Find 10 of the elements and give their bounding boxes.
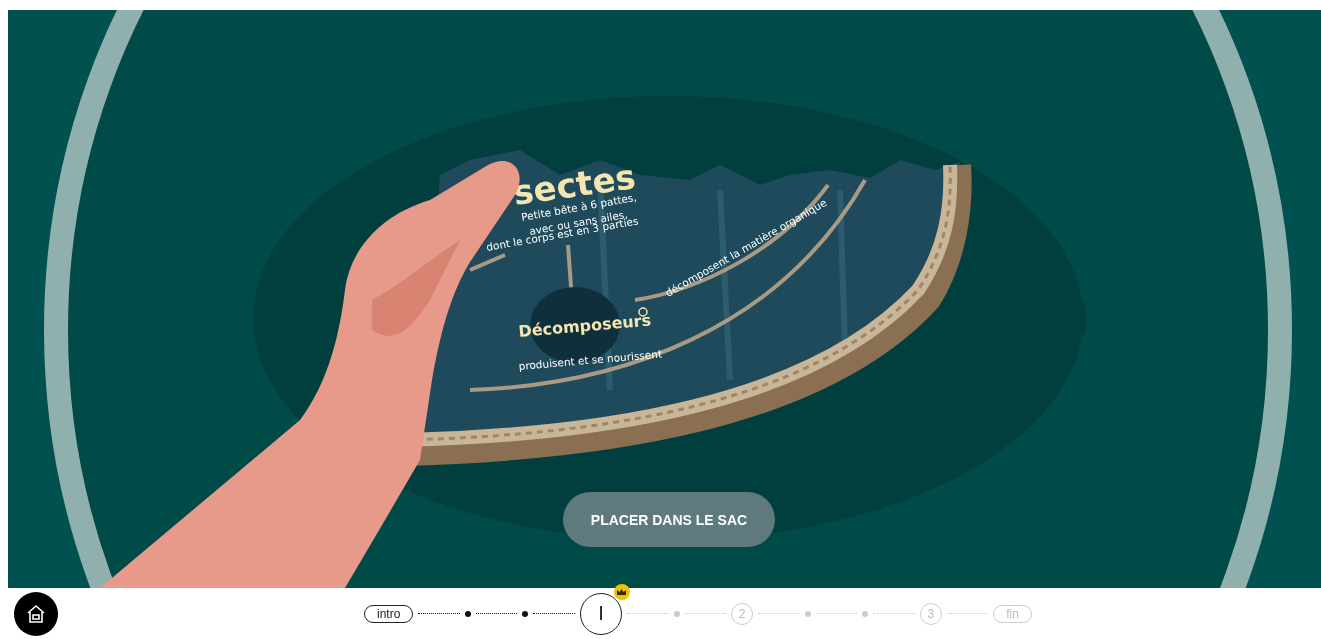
step-dot[interactable] bbox=[673, 610, 680, 617]
arrow-label: produisent et se nourissent bbox=[518, 347, 663, 372]
home-icon bbox=[25, 602, 47, 625]
step-dot[interactable] bbox=[804, 610, 811, 617]
place-in-bag-button[interactable]: PLACER DANS LE SAC bbox=[563, 492, 775, 547]
step-dot[interactable] bbox=[522, 610, 529, 617]
node-label: Décomposeurs bbox=[517, 310, 652, 341]
step-dot[interactable] bbox=[464, 610, 471, 617]
home-button[interactable] bbox=[14, 591, 58, 636]
step-dot[interactable] bbox=[862, 610, 869, 617]
